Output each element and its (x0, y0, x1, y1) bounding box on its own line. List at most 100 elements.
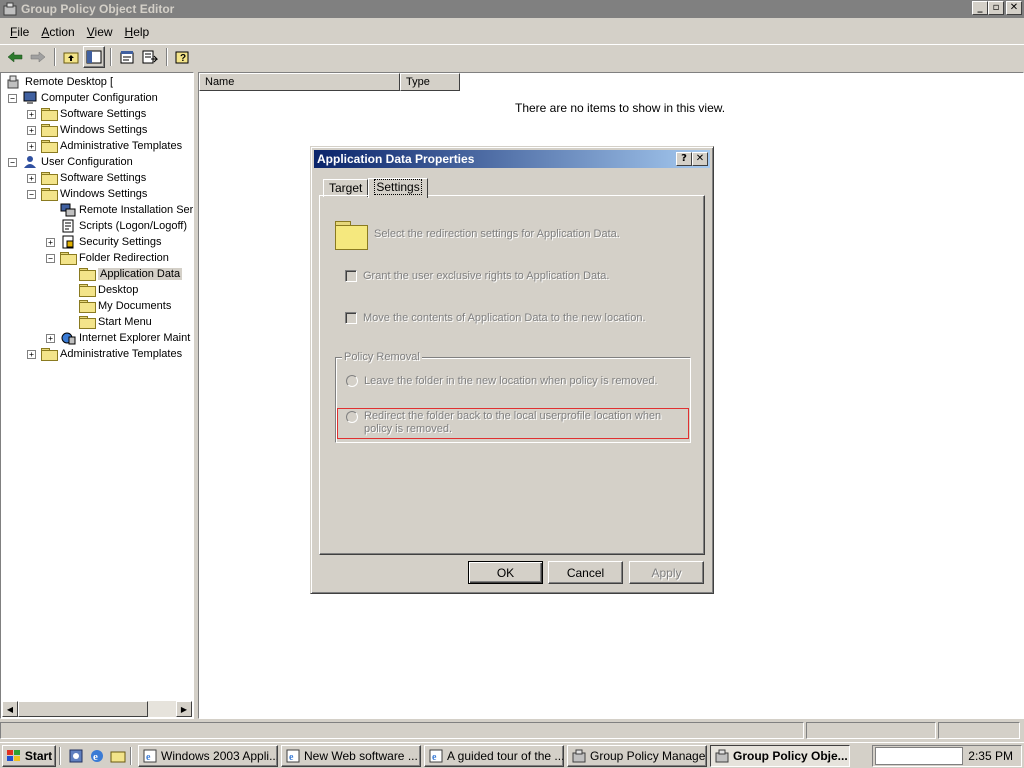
scroll-thumb[interactable] (18, 701, 148, 717)
quicklaunch-explorer-icon[interactable] (109, 747, 127, 765)
minimize-button[interactable]: _ (972, 1, 988, 15)
menu-action[interactable]: Action (35, 25, 80, 39)
forward-button[interactable] (27, 46, 49, 68)
tree-item[interactable]: + Software Settings (27, 106, 146, 122)
folder-up-icon (63, 52, 79, 63)
collapse-icon[interactable]: − (8, 93, 17, 103)
column-header-name[interactable]: Name (199, 73, 400, 91)
svg-text:e: e (146, 752, 151, 763)
tray-toolbar-input[interactable] (875, 747, 963, 765)
task-button[interactable]: e New Web software ... (281, 744, 421, 767)
gpo-app-icon (3, 2, 17, 16)
dialog-help-button[interactable]: ? (676, 152, 692, 166)
quicklaunch-ie-icon[interactable]: e (88, 747, 106, 765)
menu-help[interactable]: Help (119, 25, 156, 39)
window-titlebar[interactable]: Group Policy Object Editor _ ▫ ✕ (0, 0, 1024, 18)
expand-icon[interactable]: + (27, 109, 36, 119)
tree-item[interactable]: + Administrative Templates (27, 346, 182, 362)
properties-button[interactable] (116, 46, 138, 68)
up-one-level-button[interactable] (60, 46, 82, 68)
expand-icon[interactable]: + (46, 237, 55, 247)
quicklaunch-server-manage-icon[interactable] (67, 747, 85, 765)
tree-item[interactable]: + Administrative Templates (27, 138, 182, 154)
svg-text:e: e (93, 751, 98, 763)
tree-root[interactable]: Remote Desktop [ (6, 74, 113, 90)
windows-logo-icon (6, 749, 20, 761)
properties-icon (120, 50, 134, 63)
checkbox-box[interactable] (345, 312, 357, 324)
tab-settings[interactable]: Settings (368, 178, 428, 198)
collapse-icon[interactable]: − (46, 253, 55, 263)
dialog-close-button[interactable]: ✕ (692, 152, 708, 166)
clock[interactable]: 2:35 PM (968, 749, 1013, 763)
menu-file[interactable]: File (4, 25, 35, 39)
tree-item[interactable]: + Software Settings (27, 170, 146, 186)
move-contents-checkbox[interactable]: Move the contents of Application Data to… (345, 312, 646, 324)
expand-icon[interactable]: + (27, 125, 36, 135)
checkbox-box[interactable] (345, 270, 357, 282)
tree-item[interactable]: − Windows Settings (27, 186, 147, 202)
gpo-icon (715, 749, 729, 763)
console-tree[interactable]: Remote Desktop [ − Computer Configuration… (0, 72, 194, 719)
tree-item[interactable]: − Folder Redirection (46, 250, 169, 266)
export-list-button[interactable] (139, 46, 161, 68)
back-button[interactable] (4, 46, 26, 68)
task-button-active[interactable]: Group Policy Obje... (710, 744, 850, 767)
task-button[interactable]: e Windows 2003 Appli... (138, 744, 278, 767)
task-button[interactable]: Group Policy Manage... (567, 744, 707, 767)
close-button[interactable]: ✕ (1006, 1, 1022, 15)
tree-item[interactable]: Application Data (65, 266, 183, 282)
tree-item[interactable]: + Windows Settings (27, 122, 147, 138)
redirect-back-radio[interactable]: Redirect the folder back to the local us… (346, 410, 666, 436)
expand-icon[interactable]: + (27, 173, 36, 183)
dialog-tabs: Target Settings (323, 177, 428, 198)
radio-button[interactable] (346, 411, 358, 423)
collapse-icon[interactable]: − (27, 189, 36, 199)
help-icon: ? (175, 51, 189, 64)
expand-icon[interactable]: + (46, 333, 55, 343)
cancel-button[interactable]: Cancel (548, 561, 623, 584)
folder-icon (79, 299, 96, 313)
tree-item[interactable]: Desktop (65, 282, 138, 298)
leave-folder-radio[interactable]: Leave the folder in the new location whe… (346, 375, 658, 387)
tree-item[interactable]: Scripts (Logon/Logoff) (46, 218, 187, 234)
ie-maint-icon (60, 331, 76, 345)
exclusive-rights-checkbox[interactable]: Grant the user exclusive rights to Appli… (345, 270, 609, 282)
tree-item-label: User Configuration (41, 156, 133, 168)
tree-item[interactable]: My Documents (65, 298, 171, 314)
ok-button[interactable]: OK (468, 561, 543, 584)
scroll-right-button[interactable]: ▶ (176, 701, 192, 717)
status-panel-2 (806, 722, 936, 739)
dialog-titlebar[interactable]: Application Data Properties ? ✕ (314, 150, 710, 168)
scroll-left-button[interactable]: ◀ (2, 701, 18, 717)
toolbar-separator (110, 47, 112, 66)
window-title: Group Policy Object Editor (21, 2, 175, 16)
apply-button[interactable]: Apply (629, 561, 704, 584)
column-header-type[interactable]: Type (400, 73, 460, 91)
tree-item-label: My Documents (98, 300, 172, 312)
maximize-button[interactable]: ▫ (988, 1, 1004, 15)
tree-item[interactable]: Start Menu (65, 314, 152, 330)
toolbar-separator (166, 47, 168, 66)
tree-item[interactable]: − Computer Configuration (8, 90, 158, 106)
tree-item-label: Security Settings (79, 236, 162, 248)
folder-icon (41, 187, 58, 201)
status-panel-main (0, 722, 804, 739)
tree-item[interactable]: − User Configuration (8, 154, 133, 170)
taskbar-separator (130, 746, 132, 765)
tree-item[interactable]: + Security Settings (46, 234, 162, 250)
show-hide-tree-button[interactable] (83, 45, 105, 68)
expand-icon[interactable]: + (27, 349, 36, 359)
tree-item[interactable]: Remote Installation Ser (46, 202, 193, 218)
tree-item-label: Desktop (98, 284, 139, 296)
collapse-icon[interactable]: − (8, 157, 17, 167)
expand-icon[interactable]: + (27, 141, 36, 151)
tree-horizontal-scrollbar[interactable]: ◀ ▶ (2, 701, 192, 717)
start-button[interactable]: Start (2, 744, 56, 767)
tree-item[interactable]: + Internet Explorer Maint (46, 330, 190, 346)
exclusive-rights-label: Grant the user exclusive rights to Appli… (363, 270, 610, 282)
radio-button[interactable] (346, 375, 358, 387)
menu-view[interactable]: View (81, 25, 119, 39)
task-button[interactable]: e A guided tour of the ... (424, 744, 564, 767)
help-button[interactable]: ? (172, 46, 194, 68)
